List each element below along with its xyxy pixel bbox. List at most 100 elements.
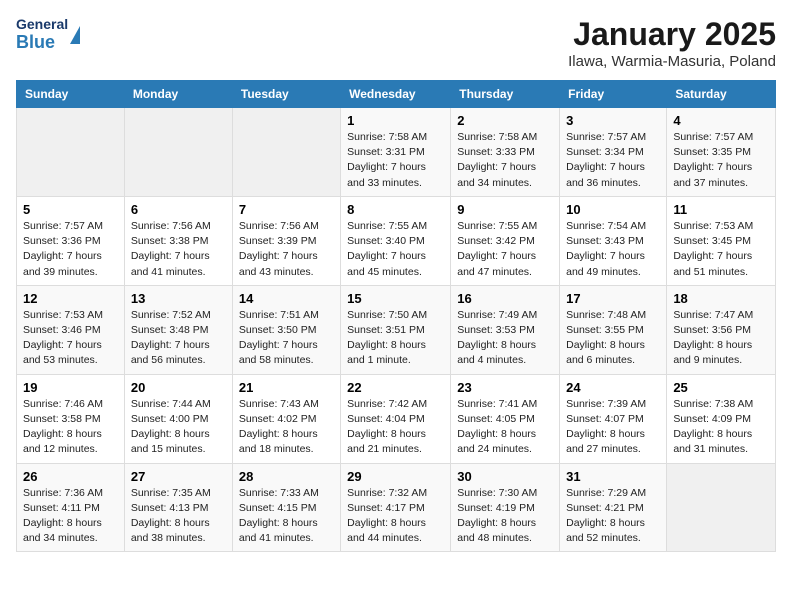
calendar-day: 27 Sunrise: 7:35 AM Sunset: 4:13 PM Dayli… [124,463,232,552]
day-info: Sunrise: 7:39 AM Sunset: 4:07 PM Dayligh… [566,397,660,458]
day-number: 29 [347,469,444,484]
calendar-day: 17 Sunrise: 7:48 AM Sunset: 3:55 PM Dayli… [560,285,667,374]
day-info: Sunrise: 7:55 AM Sunset: 3:40 PM Dayligh… [347,219,444,280]
logo-blue: Blue [16,32,68,53]
calendar-day: 20 Sunrise: 7:44 AM Sunset: 4:00 PM Dayli… [124,374,232,463]
calendar-day: 30Sunrise: 7:30 AM Sunset: 4:19 PM Dayli… [451,463,560,552]
day-info: Sunrise: 7:33 AM Sunset: 4:15 PM Dayligh… [239,486,334,547]
day-number: 8 [347,202,444,217]
calendar-day [232,108,340,197]
day-number: 20 [131,380,226,395]
day-number: 5 [23,202,118,217]
day-info: Sunrise: 7:44 AM Sunset: 4:00 PM Dayligh… [131,397,226,458]
calendar-body: 1 Sunrise: 7:58 AM Sunset: 3:31 PM Daylig… [17,108,776,552]
calendar-day: 11 Sunrise: 7:53 AM Sunset: 3:45 PM Dayli… [667,196,776,285]
day-number: 15 [347,291,444,306]
day-info: Sunrise: 7:56 AM Sunset: 3:38 PM Dayligh… [131,219,226,280]
calendar-day [17,108,125,197]
day-number: 19 [23,380,118,395]
calendar-day: 9Sunrise: 7:55 AM Sunset: 3:42 PM Daylig… [451,196,560,285]
calendar-day: 4Sunrise: 7:57 AM Sunset: 3:35 PM Daylig… [667,108,776,197]
header-row: SundayMondayTuesdayWednesdayThursdayFrid… [17,81,776,108]
calendar-day: 5 Sunrise: 7:57 AM Sunset: 3:36 PM Daylig… [17,196,125,285]
day-info: Sunrise: 7:41 AM Sunset: 4:05 PM Dayligh… [457,397,553,458]
day-number: 26 [23,469,118,484]
calendar-day [667,463,776,552]
day-number: 6 [131,202,226,217]
calendar-week-2: 5 Sunrise: 7:57 AM Sunset: 3:36 PM Daylig… [17,196,776,285]
day-number: 1 [347,113,444,128]
calendar-week-3: 12Sunrise: 7:53 AM Sunset: 3:46 PM Dayli… [17,285,776,374]
calendar-day: 12Sunrise: 7:53 AM Sunset: 3:46 PM Dayli… [17,285,125,374]
day-info: Sunrise: 7:55 AM Sunset: 3:42 PM Dayligh… [457,219,553,280]
calendar-day: 6 Sunrise: 7:56 AM Sunset: 3:38 PM Daylig… [124,196,232,285]
day-number: 24 [566,380,660,395]
day-info: Sunrise: 7:36 AM Sunset: 4:11 PM Dayligh… [23,486,118,547]
page-subtitle: Ilawa, Warmia-Masuria, Poland [568,53,776,70]
day-number: 18 [673,291,769,306]
day-number: 2 [457,113,553,128]
day-info: Sunrise: 7:46 AM Sunset: 3:58 PM Dayligh… [23,397,118,458]
day-info: Sunrise: 7:56 AM Sunset: 3:39 PM Dayligh… [239,219,334,280]
day-number: 31 [566,469,660,484]
header-cell-sunday: Sunday [17,81,125,108]
day-number: 4 [673,113,769,128]
day-info: Sunrise: 7:35 AM Sunset: 4:13 PM Dayligh… [131,486,226,547]
calendar-day: 26 Sunrise: 7:36 AM Sunset: 4:11 PM Dayli… [17,463,125,552]
calendar-day: 21Sunrise: 7:43 AM Sunset: 4:02 PM Dayli… [232,374,340,463]
calendar-day: 2Sunrise: 7:58 AM Sunset: 3:33 PM Daylig… [451,108,560,197]
calendar-day: 14Sunrise: 7:51 AM Sunset: 3:50 PM Dayli… [232,285,340,374]
day-info: Sunrise: 7:58 AM Sunset: 3:31 PM Dayligh… [347,130,444,191]
logo-general: General [16,16,68,32]
header-cell-wednesday: Wednesday [341,81,451,108]
day-info: Sunrise: 7:51 AM Sunset: 3:50 PM Dayligh… [239,308,334,369]
logo-text: General Blue [16,16,68,53]
calendar-header: SundayMondayTuesdayWednesdayThursdayFrid… [17,81,776,108]
day-number: 22 [347,380,444,395]
header-cell-friday: Friday [560,81,667,108]
day-number: 27 [131,469,226,484]
day-number: 16 [457,291,553,306]
header-cell-saturday: Saturday [667,81,776,108]
day-number: 23 [457,380,553,395]
calendar-week-1: 1 Sunrise: 7:58 AM Sunset: 3:31 PM Daylig… [17,108,776,197]
day-info: Sunrise: 7:57 AM Sunset: 3:36 PM Dayligh… [23,219,118,280]
calendar-day: 31 Sunrise: 7:29 AM Sunset: 4:21 PM Dayli… [560,463,667,552]
day-number: 11 [673,202,769,217]
day-number: 17 [566,291,660,306]
calendar-day: 8 Sunrise: 7:55 AM Sunset: 3:40 PM Daylig… [341,196,451,285]
calendar-day: 13 Sunrise: 7:52 AM Sunset: 3:48 PM Dayli… [124,285,232,374]
day-info: Sunrise: 7:48 AM Sunset: 3:55 PM Dayligh… [566,308,660,369]
day-info: Sunrise: 7:53 AM Sunset: 3:46 PM Dayligh… [23,308,118,369]
header-cell-monday: Monday [124,81,232,108]
day-number: 13 [131,291,226,306]
day-info: Sunrise: 7:52 AM Sunset: 3:48 PM Dayligh… [131,308,226,369]
calendar-day: 23 Sunrise: 7:41 AM Sunset: 4:05 PM Dayli… [451,374,560,463]
calendar-day: 24 Sunrise: 7:39 AM Sunset: 4:07 PM Dayli… [560,374,667,463]
calendar-day: 18 Sunrise: 7:47 AM Sunset: 3:56 PM Dayli… [667,285,776,374]
day-info: Sunrise: 7:53 AM Sunset: 3:45 PM Dayligh… [673,219,769,280]
day-info: Sunrise: 7:43 AM Sunset: 4:02 PM Dayligh… [239,397,334,458]
page-title: January 2025 [568,16,776,53]
day-info: Sunrise: 7:47 AM Sunset: 3:56 PM Dayligh… [673,308,769,369]
day-number: 25 [673,380,769,395]
day-info: Sunrise: 7:42 AM Sunset: 4:04 PM Dayligh… [347,397,444,458]
page-header: General Blue January 2025 Ilawa, Warmia-… [16,16,776,70]
calendar-week-4: 19 Sunrise: 7:46 AM Sunset: 3:58 PM Dayli… [17,374,776,463]
header-cell-tuesday: Tuesday [232,81,340,108]
calendar-day: 3Sunrise: 7:57 AM Sunset: 3:34 PM Daylig… [560,108,667,197]
calendar-day: 16 Sunrise: 7:49 AM Sunset: 3:53 PM Dayli… [451,285,560,374]
calendar-day: 22 Sunrise: 7:42 AM Sunset: 4:04 PM Dayli… [341,374,451,463]
calendar-day: 15Sunrise: 7:50 AM Sunset: 3:51 PM Dayli… [341,285,451,374]
day-info: Sunrise: 7:30 AM Sunset: 4:19 PM Dayligh… [457,486,553,547]
day-number: 10 [566,202,660,217]
calendar-day [124,108,232,197]
day-info: Sunrise: 7:29 AM Sunset: 4:21 PM Dayligh… [566,486,660,547]
day-info: Sunrise: 7:38 AM Sunset: 4:09 PM Dayligh… [673,397,769,458]
day-info: Sunrise: 7:32 AM Sunset: 4:17 PM Dayligh… [347,486,444,547]
calendar-day: 28Sunrise: 7:33 AM Sunset: 4:15 PM Dayli… [232,463,340,552]
calendar-week-5: 26 Sunrise: 7:36 AM Sunset: 4:11 PM Dayli… [17,463,776,552]
day-info: Sunrise: 7:49 AM Sunset: 3:53 PM Dayligh… [457,308,553,369]
calendar-day: 29 Sunrise: 7:32 AM Sunset: 4:17 PM Dayli… [341,463,451,552]
day-info: Sunrise: 7:54 AM Sunset: 3:43 PM Dayligh… [566,219,660,280]
